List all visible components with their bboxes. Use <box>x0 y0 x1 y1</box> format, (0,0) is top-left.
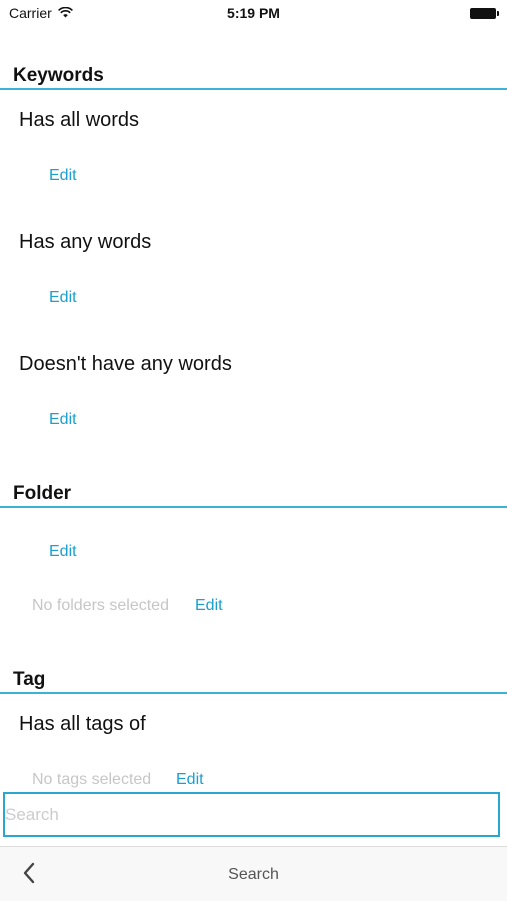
edit-has-all-words-button[interactable]: Edit <box>49 167 77 185</box>
has-all-words-label: Has all words <box>19 109 140 131</box>
section-header-tag: Tag <box>0 666 507 694</box>
edit-folder-button[interactable]: Edit <box>49 543 77 561</box>
section-title-keywords: Keywords <box>13 65 104 86</box>
search-box <box>3 792 500 837</box>
no-tags-selected-text: No tags selected <box>32 771 152 788</box>
section-title-tag: Tag <box>13 669 46 690</box>
section-title-folder: Folder <box>13 483 72 504</box>
bottom-bar-title: Search <box>228 866 279 883</box>
section-header-keywords: Keywords <box>0 62 507 90</box>
doesnt-have-words-label: Doesn't have any words <box>19 353 232 375</box>
status-time: 5:19 PM <box>227 5 280 21</box>
edit-tags-selected-button[interactable]: Edit <box>176 771 204 789</box>
status-bar: Carrier 5:19 PM <box>0 0 507 28</box>
bottom-toolbar: Search <box>0 846 507 901</box>
battery-icon <box>470 8 499 19</box>
section-header-folder: Folder <box>0 480 507 508</box>
has-all-tags-label: Has all tags of <box>19 713 146 735</box>
edit-doesnt-have-words-button[interactable]: Edit <box>49 411 77 429</box>
edit-has-any-words-button[interactable]: Edit <box>49 289 77 307</box>
has-any-words-label: Has any words <box>19 231 152 253</box>
edit-folders-selected-button[interactable]: Edit <box>195 597 223 615</box>
no-folders-selected-text: No folders selected <box>32 597 169 614</box>
search-input[interactable] <box>5 794 498 835</box>
